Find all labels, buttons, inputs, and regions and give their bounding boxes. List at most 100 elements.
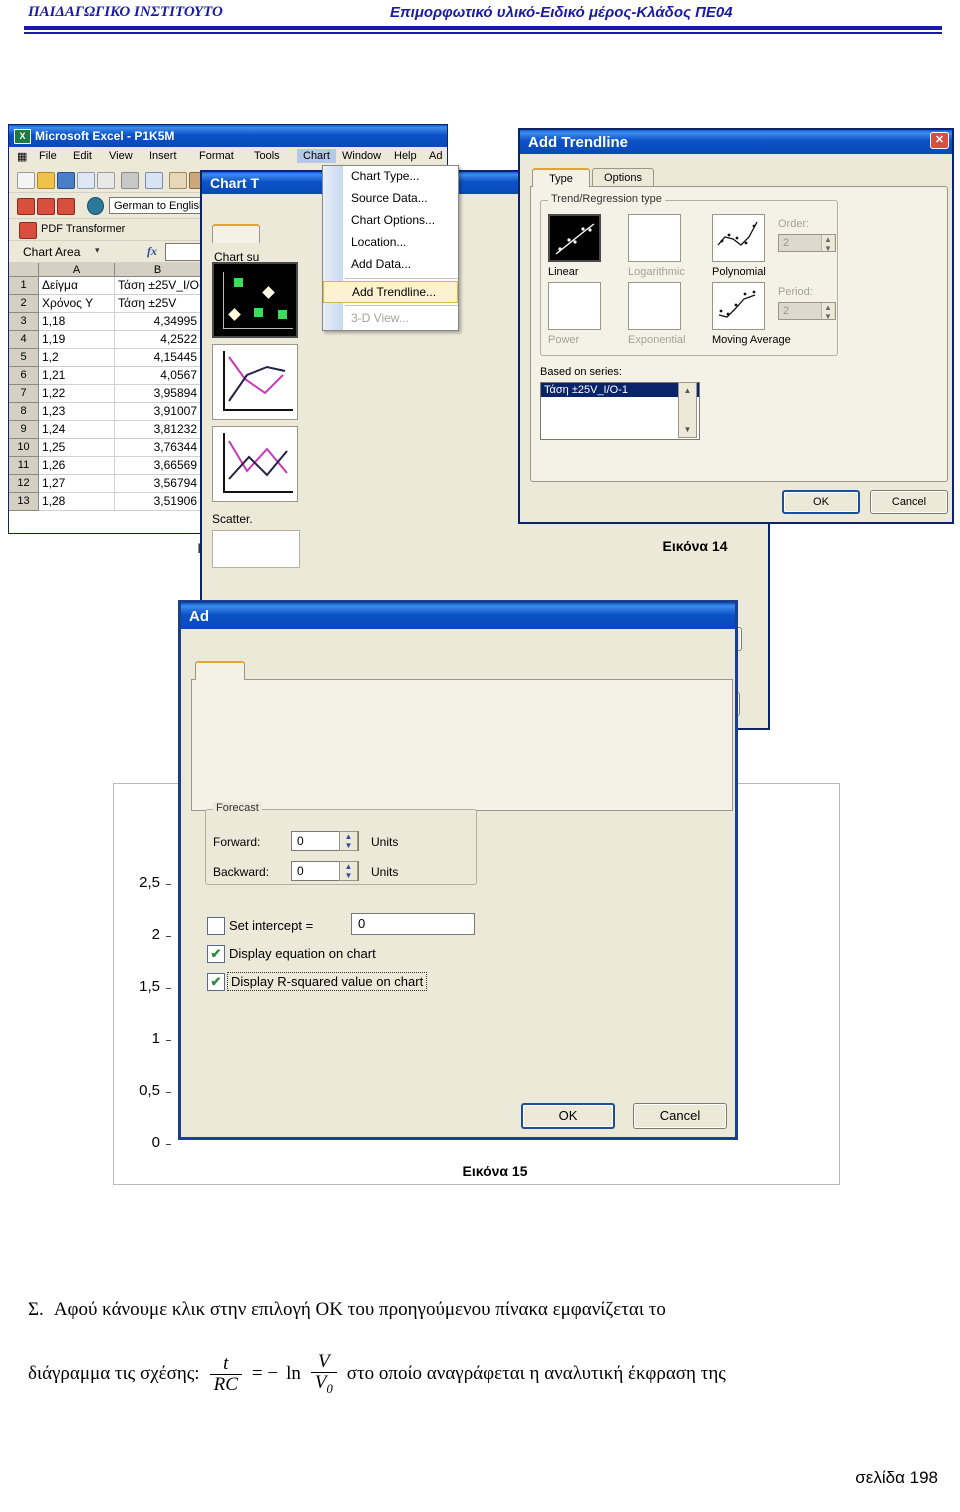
trendline-type-polynomial-label[interactable]: Polynomial: [712, 266, 766, 278]
open-icon[interactable]: [37, 172, 55, 189]
trendline-type-moving-average-thumb[interactable]: [712, 282, 765, 330]
based-on-series-listbox[interactable]: Τάση ±25V_I/O-1: [540, 382, 700, 440]
trendline-type-polynomial-thumb[interactable]: [712, 214, 765, 262]
row-header[interactable]: 9: [9, 421, 39, 439]
scroll-up-icon[interactable]: ▲: [679, 383, 696, 398]
menu-item-tools[interactable]: Tools: [254, 150, 280, 162]
menu-item-file[interactable]: File: [39, 150, 57, 162]
row-header[interactable]: 2: [9, 295, 39, 313]
menu-item-help[interactable]: Help: [394, 150, 417, 162]
set-intercept-checkbox[interactable]: [207, 917, 225, 935]
grid-cell[interactable]: 4,15445: [115, 349, 201, 367]
row-header[interactable]: 10: [9, 439, 39, 457]
grid-cell[interactable]: 3,66569: [115, 457, 201, 475]
menu-item-window[interactable]: Window: [342, 150, 381, 162]
copy-icon[interactable]: [169, 172, 187, 189]
close-icon[interactable]: ✕: [930, 132, 949, 149]
scroll-down-icon[interactable]: ▼: [679, 422, 696, 437]
grid-cell[interactable]: 4,2522: [115, 331, 201, 349]
tab-type[interactable]: Type: [532, 168, 590, 187]
chart-wizard-tab-1[interactable]: [212, 224, 260, 243]
display-equation-label[interactable]: Display equation on chart: [229, 946, 376, 961]
chart-dropdown-menu[interactable]: Chart Type... Source Data... Chart Options…: [322, 165, 459, 331]
pdf-transformer-icon[interactable]: [19, 222, 37, 239]
forward-spinner-arrows-icon[interactable]: ▲ ▼: [339, 831, 358, 851]
grid-cell[interactable]: Χρόνος Υ: [39, 295, 115, 313]
row-header[interactable]: 3: [9, 313, 39, 331]
ok-button[interactable]: OK: [521, 1103, 615, 1129]
tab-options[interactable]: Options: [592, 168, 654, 187]
ok-button[interactable]: OK: [782, 490, 860, 514]
menu-item-insert[interactable]: Insert: [149, 150, 177, 162]
grid-cell[interactable]: 1,23: [39, 403, 115, 421]
cancel-button[interactable]: Cancel: [633, 1103, 727, 1129]
chart-menu-item[interactable]: Chart Options...: [323, 210, 458, 232]
pdf-create-icon[interactable]: [17, 198, 35, 215]
row-header[interactable]: 7: [9, 385, 39, 403]
grid-cell[interactable]: 3,76344: [115, 439, 201, 457]
name-box[interactable]: Chart Area: [23, 245, 80, 259]
grid-cell[interactable]: 3,91007: [115, 403, 201, 421]
chart-menu-item[interactable]: Location...: [323, 232, 458, 254]
menu-item-edit[interactable]: Edit: [73, 150, 92, 162]
chart-menu-item[interactable]: Chart Type...: [323, 166, 458, 188]
trendline-type-moving-average-label[interactable]: Moving Average: [712, 334, 791, 346]
menu-item-chart[interactable]: Chart: [297, 149, 336, 163]
set-intercept-label[interactable]: Set intercept =: [229, 918, 313, 933]
row-header[interactable]: 8: [9, 403, 39, 421]
grid-cell[interactable]: 3,51906: [115, 493, 201, 511]
chart-menu-item[interactable]: Add Data...: [323, 254, 458, 276]
cancel-button[interactable]: Cancel: [870, 490, 948, 514]
chart-menu-item[interactable]: Add Trendline...: [323, 281, 458, 303]
grid-cell[interactable]: 1,28: [39, 493, 115, 511]
grid-cell[interactable]: 1,25: [39, 439, 115, 457]
email-icon[interactable]: [97, 172, 115, 189]
row-header[interactable]: 12: [9, 475, 39, 493]
chart-subtype-thumb-3[interactable]: [212, 426, 298, 502]
grid-cell[interactable]: 1,26: [39, 457, 115, 475]
column-header-b[interactable]: B: [115, 263, 201, 277]
chevron-down-icon[interactable]: ▾: [95, 245, 100, 256]
row-header[interactable]: 4: [9, 331, 39, 349]
pdf-transformer-label[interactable]: PDF Transformer: [41, 223, 125, 235]
row-header[interactable]: 6: [9, 367, 39, 385]
series-list-item[interactable]: Τάση ±25V_I/O-1: [541, 383, 699, 397]
chart-menu-item[interactable]: Source Data...: [323, 188, 458, 210]
grid-cell[interactable]: 1,21: [39, 367, 115, 385]
grid-cell[interactable]: 3,95894: [115, 385, 201, 403]
pdf-convert-icon[interactable]: [37, 198, 55, 215]
grid-cell[interactable]: 1,18: [39, 313, 115, 331]
save-icon[interactable]: [57, 172, 75, 189]
new-icon[interactable]: [17, 172, 35, 189]
row-header[interactable]: 1: [9, 277, 39, 295]
chart-subtype-thumb-1[interactable]: [212, 262, 298, 338]
grid-cell[interactable]: 1,2: [39, 349, 115, 367]
menu-item-format[interactable]: Format: [199, 150, 234, 162]
grid-cell[interactable]: 4,0567: [115, 367, 201, 385]
display-rsquared-label[interactable]: Display R-squared value on chart: [227, 972, 428, 991]
print-preview-icon[interactable]: [145, 172, 163, 189]
pdf-email-icon[interactable]: [57, 198, 75, 215]
chart-subtype-thumb-2[interactable]: [212, 344, 298, 420]
trendline-type-linear-thumb[interactable]: [548, 214, 601, 262]
grid-cell[interactable]: Δείγμα: [39, 277, 115, 295]
display-equation-checkbox[interactable]: ✔: [207, 945, 225, 963]
menu-item-ad[interactable]: Ad: [429, 150, 442, 162]
grid-cell[interactable]: 1,22: [39, 385, 115, 403]
series-list-scrollbar[interactable]: ▲ ▼: [678, 382, 697, 438]
options-tab[interactable]: [195, 661, 245, 680]
permission-icon[interactable]: [77, 172, 95, 189]
grid-cell[interactable]: 1,27: [39, 475, 115, 493]
backward-spinner-arrows-icon[interactable]: ▲ ▼: [339, 861, 358, 881]
translate-icon[interactable]: [87, 197, 104, 215]
grid-cell[interactable]: 3,56794: [115, 475, 201, 493]
row-header[interactable]: 5: [9, 349, 39, 367]
print-icon[interactable]: [121, 172, 139, 189]
grid-cell[interactable]: 1,24: [39, 421, 115, 439]
menu-item-view[interactable]: View: [109, 150, 133, 162]
grid-cell[interactable]: 4,34995: [115, 313, 201, 331]
grid-cell[interactable]: 1,19: [39, 331, 115, 349]
column-header-a[interactable]: A: [39, 263, 115, 277]
row-header[interactable]: 13: [9, 493, 39, 511]
trendline-type-linear-label[interactable]: Linear: [548, 266, 579, 278]
